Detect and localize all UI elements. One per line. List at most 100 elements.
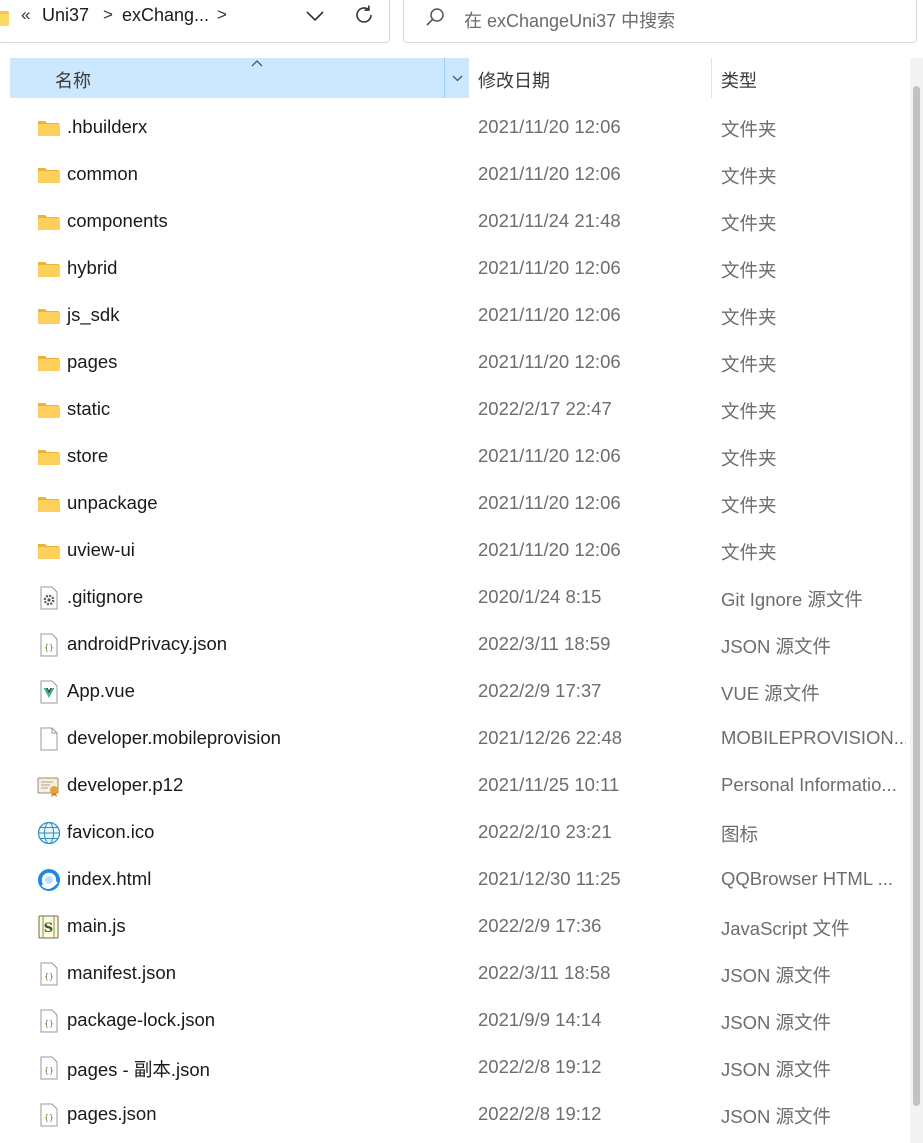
file-row[interactable]: {} package-lock.json 2021/9/9 14:14 JSON 源文… (0, 998, 910, 1045)
svg-text:{}: {} (44, 1019, 54, 1028)
file-row[interactable]: .hbuilderx 2021/11/20 12:06 文件夹 (0, 105, 910, 152)
file-type: 文件夹 (721, 542, 777, 563)
file-row[interactable]: static 2022/2/17 22:47 文件夹 (0, 387, 910, 434)
file-modified-date: 2022/3/11 18:59 (478, 633, 611, 654)
file-modified-date: 2022/2/10 23:21 (478, 821, 612, 842)
file-type: JSON 源文件 (721, 1106, 831, 1127)
file-name: store (67, 445, 109, 466)
blank-file-icon (37, 727, 61, 751)
file-modified-date: 2020/1/24 8:15 (478, 586, 602, 607)
file-name: pages.json (67, 1103, 157, 1124)
file-name: .gitignore (67, 586, 144, 607)
certificate-file-icon (37, 774, 61, 798)
file-modified-date: 2021/11/20 12:06 (478, 116, 621, 137)
svg-text:{}: {} (44, 972, 54, 981)
file-row[interactable]: hybrid 2021/11/20 12:06 文件夹 (0, 246, 910, 293)
json-file-icon: {} (37, 633, 61, 657)
crumb-exchange[interactable]: exChang... (122, 5, 209, 26)
crumb-separator[interactable]: > (103, 5, 113, 25)
file-row[interactable]: index.html 2021/12/30 11:25 QQBrowser HTML… (0, 857, 910, 904)
file-row[interactable]: common 2021/11/20 12:06 文件夹 (0, 152, 910, 199)
file-row[interactable]: uview-ui 2021/11/20 12:06 文件夹 (0, 528, 910, 575)
file-row[interactable]: js_sdk 2021/11/20 12:06 文件夹 (0, 293, 910, 340)
file-row[interactable]: {} manifest.json 2022/3/11 18:58 JSON 源文件 (0, 951, 910, 998)
overflow-chevron[interactable]: « (21, 5, 30, 25)
file-type: VUE 源文件 (721, 683, 820, 704)
file-modified-date: 2022/3/11 18:58 (478, 962, 611, 983)
file-modified-date: 2021/11/20 12:06 (478, 257, 621, 278)
file-name: hybrid (67, 257, 118, 278)
address-bar[interactable]: « Uni37 > exChang... > (0, 0, 390, 43)
column-header-row: 名称 修改日期 类型 (10, 58, 910, 98)
file-row[interactable]: {} androidPrivacy.json 2022/3/11 18:59 JSON… (0, 622, 910, 669)
file-modified-date: 2021/11/20 12:06 (478, 492, 621, 513)
crumb-separator[interactable]: > (217, 5, 227, 25)
file-row[interactable]: favicon.ico 2022/2/10 23:21 图标 (0, 810, 910, 857)
column-filter-dropdown[interactable] (444, 58, 469, 98)
file-type: JSON 源文件 (721, 1059, 831, 1080)
folder-icon (37, 351, 61, 375)
json-file-icon: {} (37, 1056, 61, 1080)
file-name: developer.mobileprovision (67, 727, 281, 748)
file-type: QQBrowser HTML ... (721, 868, 894, 889)
refresh-icon[interactable] (351, 2, 377, 28)
crumb-uni37[interactable]: Uni37 (42, 5, 89, 26)
vue-file-icon (37, 680, 61, 704)
file-row[interactable]: {} pages - 副本.json 2022/2/8 19:12 JSON 源文件 (0, 1045, 910, 1092)
search-placeholder[interactable]: 在 exChangeUni37 中搜索 (464, 7, 675, 33)
column-header-name[interactable]: 名称 (10, 58, 469, 98)
file-modified-date: 2021/12/30 11:25 (478, 868, 621, 889)
file-type: 文件夹 (721, 213, 777, 234)
file-type: 文件夹 (721, 354, 777, 375)
file-name: manifest.json (67, 962, 176, 983)
json-file-icon: {} (37, 1009, 61, 1033)
svg-text:{}: {} (44, 1066, 54, 1075)
file-row[interactable]: developer.mobileprovision 2021/12/26 22:4… (0, 716, 910, 763)
file-name: .hbuilderx (67, 116, 148, 137)
file-row[interactable]: unpackage 2021/11/20 12:06 文件夹 (0, 481, 910, 528)
vertical-scrollbar[interactable] (910, 58, 923, 1143)
folder-icon (0, 8, 11, 33)
folder-icon (37, 163, 61, 187)
file-row[interactable]: {} pages.json 2022/2/8 19:12 JSON 源文件 (0, 1092, 910, 1139)
file-row[interactable]: components 2021/11/24 21:48 文件夹 (0, 199, 910, 246)
file-row[interactable]: developer.p12 2021/11/25 10:11 Personal In… (0, 763, 910, 810)
file-name: static (67, 398, 111, 419)
file-modified-date: 2022/2/9 17:36 (478, 915, 602, 936)
file-name: pages (67, 351, 118, 372)
folder-icon (37, 398, 61, 422)
folder-icon (37, 304, 61, 328)
file-type: Personal Informatio... (721, 774, 897, 795)
file-rows: .hbuilderx 2021/11/20 12:06 文件夹 common 2021/… (0, 105, 910, 1139)
file-modified-date: 2021/11/20 12:06 (478, 445, 621, 466)
file-row[interactable]: App.vue 2022/2/9 17:37 VUE 源文件 (0, 669, 910, 716)
file-modified-date: 2021/9/9 14:14 (478, 1009, 602, 1030)
column-header-date[interactable]: 修改日期 (469, 58, 712, 98)
chevron-down-icon[interactable] (304, 6, 326, 26)
scrollbar-thumb[interactable] (913, 86, 920, 1106)
folder-icon (37, 492, 61, 516)
file-type: JSON 源文件 (721, 965, 831, 986)
file-row[interactable]: .gitignore 2020/1/24 8:15 Git Ignore 源文件 (0, 575, 910, 622)
file-modified-date: 2021/12/26 22:48 (478, 727, 623, 748)
file-name: unpackage (67, 492, 158, 513)
column-header-name-label: 名称 (55, 71, 91, 91)
file-modified-date: 2022/2/9 17:37 (478, 680, 602, 701)
file-modified-date: 2021/11/20 12:06 (478, 304, 621, 325)
json-file-icon: {} (37, 1103, 61, 1127)
file-name: js_sdk (67, 304, 120, 325)
file-row[interactable]: store 2021/11/20 12:06 文件夹 (0, 434, 910, 481)
file-type: 文件夹 (721, 307, 777, 328)
file-row[interactable]: Smain.js 2022/2/9 17:36 JavaScript 文件 (0, 904, 910, 951)
folder-icon (37, 445, 61, 469)
file-modified-date: 2022/2/17 22:47 (478, 398, 612, 419)
file-modified-date: 2021/11/20 12:06 (478, 539, 621, 560)
file-type: 文件夹 (721, 119, 777, 140)
file-row[interactable]: pages 2021/11/20 12:06 文件夹 (0, 340, 910, 387)
column-header-type[interactable]: 类型 (712, 58, 910, 98)
folder-icon (37, 257, 61, 281)
file-modified-date: 2022/2/8 19:12 (478, 1103, 602, 1124)
file-type: JavaScript 文件 (721, 918, 850, 939)
file-type: 文件夹 (721, 495, 777, 516)
search-box[interactable]: 在 exChangeUni37 中搜索 (403, 0, 917, 43)
